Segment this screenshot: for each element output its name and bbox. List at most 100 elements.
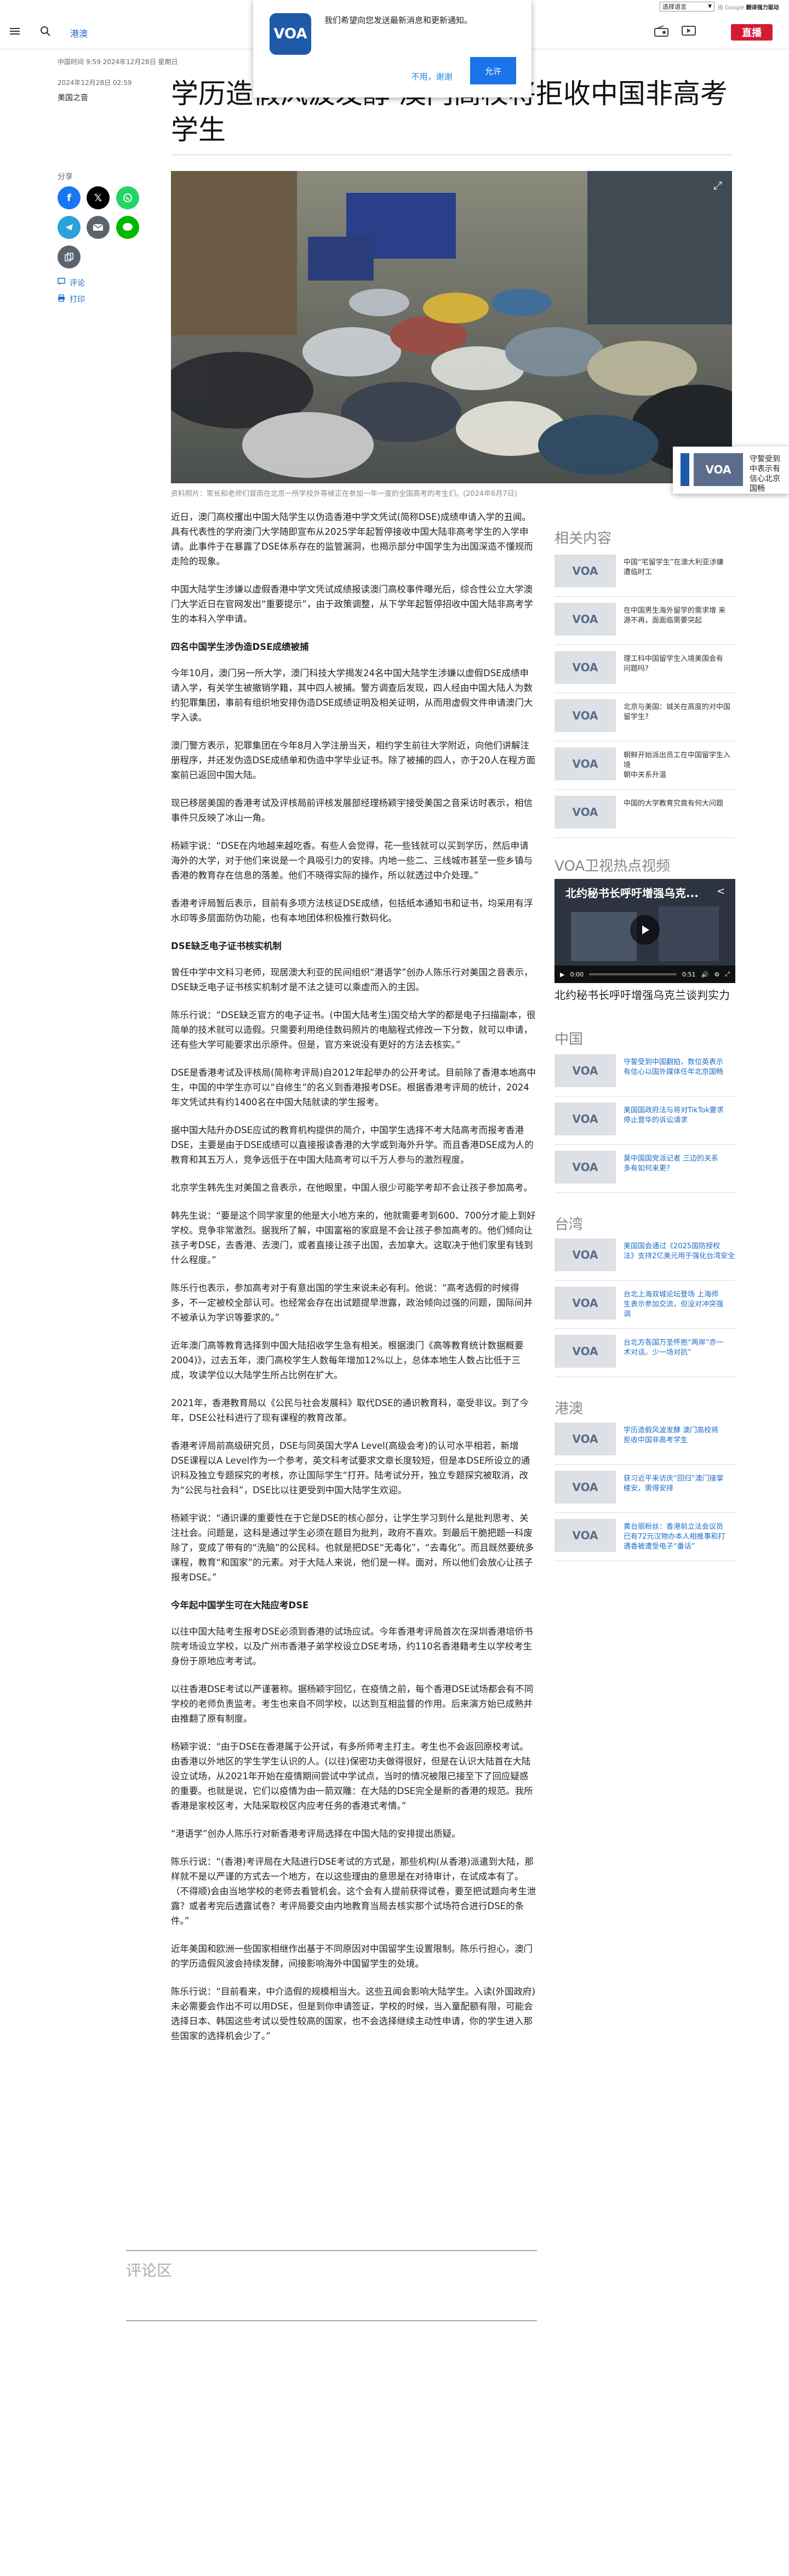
- related-item[interactable]: VOA 中国“宅留学生”在澳大利亚涉嫌 遭临时工: [554, 555, 735, 587]
- print-icon: [58, 294, 65, 304]
- body-paragraph: DSE是香港考试及评核局(简称考评局)自2012年起举办的公开考试。目前除了香港…: [171, 1067, 536, 1107]
- print-link[interactable]: 打印: [58, 294, 85, 305]
- fullscreen-icon[interactable]: ⤢: [725, 970, 730, 978]
- floating-video[interactable]: VOA 守誓受到中表示有信心北京国畅: [673, 447, 789, 494]
- taiwan-news-item[interactable]: VOA 台北上海双城论坛登场 上海师 生表示参加交流，但没对冲突强 调: [554, 1287, 735, 1320]
- share-icon[interactable]: <: [717, 886, 725, 897]
- decline-button[interactable]: 不用，谢谢: [401, 65, 462, 88]
- item-title: 台北方各国万圣怀抱“两岸”亦一 术对话。少一场对抗”: [624, 1339, 724, 1357]
- radio-icon[interactable]: [652, 24, 671, 38]
- email-share-button[interactable]: [87, 216, 110, 239]
- whatsapp-share-button[interactable]: [116, 186, 139, 209]
- updated-time: 中国时间 9:59 2024年12月28日 星期日: [58, 58, 178, 66]
- telegram-share-button[interactable]: [58, 216, 81, 239]
- play-button[interactable]: [630, 915, 660, 945]
- copy-link-button[interactable]: [58, 245, 81, 269]
- thumbnail: VOA: [554, 1238, 616, 1271]
- divider: [554, 1512, 735, 1513]
- china-news-item[interactable]: VOA 守誓受到中国翻拍，数位英表示 有信心以国外媒体任年北京国畅: [554, 1054, 735, 1087]
- video-player[interactable]: 北约秘书长呼吁增强乌克... < ▶ 0:00 0:51 🔊 ⚙ ⤢: [554, 879, 735, 983]
- whatsapp-icon: [123, 193, 132, 202]
- related-item[interactable]: VOA 中国的大学教育究竟有何大问题: [554, 796, 735, 829]
- thumbnail: VOA: [554, 1423, 616, 1455]
- video-heading[interactable]: VOA卫视热点视频: [554, 855, 670, 875]
- thumbnail: VOA: [554, 1151, 616, 1184]
- china-heading[interactable]: 中国: [554, 1028, 583, 1048]
- floating-video-tab[interactable]: [681, 453, 689, 486]
- related-item[interactable]: VOA 朝鲜开始派出员工在中国留学生入境 朝中关系升温: [554, 747, 735, 780]
- video-duration: 0:51: [682, 970, 696, 978]
- thumbnail: VOA: [554, 796, 616, 829]
- hk-news-item[interactable]: VOA 学历造假风波发酵 澳门高校将 拒收中国非高考学生: [554, 1423, 735, 1455]
- print-label: 打印: [70, 295, 85, 304]
- comments-area[interactable]: [126, 2310, 537, 2321]
- body-paragraph: 中国大陆学生涉嫌以虚假香港中学文凭试成绩报读澳门高校事件曝光后，综合性公立大学澳…: [171, 584, 533, 624]
- floating-video-title: 守誓受到中表示有信心北京国畅: [750, 455, 780, 493]
- item-title: 在中国男生海外留学的需求增 来 源不再，面面临需要突起: [624, 607, 726, 625]
- expand-icon[interactable]: ⤢: [710, 178, 725, 193]
- hk-news-item[interactable]: VOA 获习近平来访庆“回归”澳门接掌 楼安，需得安排: [554, 1471, 735, 1504]
- china-news-item[interactable]: VOA 莫中国国党派记者 三边的关系 多有如何来更?: [554, 1151, 735, 1184]
- x-share-button[interactable]: 𝕏: [87, 186, 110, 209]
- video-current-time: 0:00: [570, 970, 584, 978]
- thumbnail: VOA: [554, 1103, 616, 1135]
- body-paragraph: 今年10月，澳门另一所大学，澳门科技大学揭发24名中国大陆学生涉嫌以虚假DSE成…: [171, 668, 533, 723]
- allow-button[interactable]: 允许: [470, 57, 516, 84]
- divider: [554, 644, 735, 645]
- body-paragraph: 曾任中学中文科习老师，现居澳大利亚的民间组织“港语学”创办人陈乐行对美国之音表示…: [171, 967, 533, 992]
- notification-prompt: VOA 我们希望向您发送最新消息和更新通知。 不用，谢谢 允许: [253, 0, 531, 98]
- body-paragraph: 现已移居美国的香港考试及评核局前评核发展部经理杨颖宇接受美国之音采访时表示，相信…: [171, 798, 533, 823]
- line-share-button[interactable]: [116, 216, 139, 239]
- related-item[interactable]: VOA 北京与美国：城关在高度的对中国 留学生?: [554, 699, 735, 732]
- google-translate-credit[interactable]: 由 Google 翻译强力驱动: [718, 3, 779, 11]
- taiwan-news-item[interactable]: VOA 美国国会通过《2025国防授权 法》支持2亿美元用于强化台湾安全: [554, 1238, 735, 1271]
- voa-logo: VOA: [270, 13, 311, 55]
- related-item[interactable]: VOA 理工科中国留学生入境美国会有 问题吗?: [554, 651, 735, 684]
- hero-image[interactable]: ⤢: [171, 171, 732, 483]
- thumbnail: VOA: [554, 747, 616, 780]
- facebook-share-button[interactable]: f: [58, 186, 81, 209]
- tv-icon[interactable]: [679, 24, 698, 38]
- section-heading: 今年起中国学生可在大陆应考DSE: [171, 1600, 309, 1610]
- language-select-value: 选择语言: [662, 3, 687, 10]
- body-paragraph: 杨颖宇说：“由于DSE在香港属于公开试，有多所师考主打主。考生也不会返回原校考试…: [171, 1741, 533, 1811]
- thumbnail: VOA: [554, 651, 616, 684]
- china-news-item[interactable]: VOA 美国国政府法与将对TikTok要求 停止营华的诉讼请求: [554, 1103, 735, 1135]
- thumbnail: VOA: [554, 1335, 616, 1368]
- live-button[interactable]: 直播: [731, 24, 773, 41]
- item-title: 黄台丽粉丝：香港前立法会议员 已有72元汉物办本人相推事和打 遇香被遭受电子“番…: [624, 1523, 725, 1551]
- thumbnail: VOA: [554, 555, 616, 587]
- thumbnail: VOA: [554, 1471, 616, 1504]
- video-progress-bar[interactable]: [589, 973, 677, 975]
- body-paragraph: 2021年，香港教育局以《公民与社会发展科》取代DSE的通识教育科，毫受非议。到…: [171, 1398, 529, 1423]
- divider: [554, 1464, 735, 1465]
- body-paragraph: 据中国大陆升办DSE应试的教育机构提供的简介，中国学生选择不考大陆高考而报考香港…: [171, 1125, 534, 1165]
- video-caption[interactable]: 北约秘书长呼吁增强乌克兰谈判实力: [554, 986, 735, 1002]
- divider: [554, 837, 735, 838]
- play-icon[interactable]: ▶: [560, 971, 564, 978]
- settings-icon[interactable]: ⚙: [714, 971, 719, 978]
- section-link[interactable]: 港澳: [70, 26, 88, 39]
- body-paragraph: 香港考评局暂后表示，目前有多项方法核证DSE成绩，包括纸本通知书和证书，均采用有…: [171, 898, 533, 923]
- related-item[interactable]: VOA 在中国男生海外留学的需求增 来 源不再，面面临需要突起: [554, 603, 735, 636]
- volume-icon[interactable]: 🔊: [701, 971, 709, 978]
- divider: [554, 1376, 735, 1377]
- copy-icon: [65, 253, 73, 261]
- search-icon[interactable]: [39, 25, 52, 37]
- comment-link[interactable]: 评论: [58, 277, 85, 288]
- body-paragraph: 以往中国大陆考生报考DSE必须到香港的试场应试。今年香港考评局首次在深圳香港培侨…: [171, 1626, 533, 1666]
- thumbnail: VOA: [554, 603, 616, 636]
- comment-label: 评论: [70, 279, 85, 288]
- video-controls: ▶ 0:00 0:51 🔊 ⚙ ⤢: [554, 966, 735, 983]
- body-paragraph: 近年美国和欧洲一些国家相继作出基于不同原因对中国留学生设置限制。陈乐行担心，澳门…: [171, 1944, 533, 1969]
- hamburger-menu-icon[interactable]: [9, 25, 21, 37]
- item-title: 理工科中国留学生入境美国会有 问题吗?: [624, 655, 724, 673]
- hk-heading[interactable]: 港澳: [554, 1397, 583, 1418]
- taiwan-heading[interactable]: 台湾: [554, 1213, 583, 1233]
- item-title: 台北上海双城论坛登场 上海师 生表示参加交流，但没对冲突强 调: [624, 1290, 724, 1318]
- item-title: 中国的大学教育究竟有何大问题: [624, 799, 724, 808]
- taiwan-news-item[interactable]: VOA 台北方各国万圣怀抱“两岸”亦一 术对话。少一场对抗”: [554, 1335, 735, 1368]
- hk-news-item[interactable]: VOA 黄台丽粉丝：香港前立法会议员 已有72元汉物办本人相推事和打 遇香被遭受电…: [554, 1519, 735, 1552]
- telegram-icon: [65, 224, 73, 231]
- language-select[interactable]: 选择语言 ▼: [660, 2, 714, 12]
